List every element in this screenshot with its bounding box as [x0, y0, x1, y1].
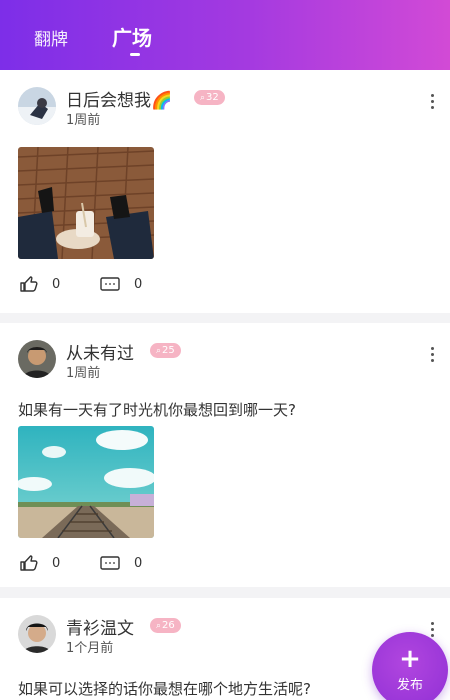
thumbs-up-icon	[20, 276, 38, 292]
pin-icon: ⌕	[156, 346, 162, 356]
level-badge: ⌕25	[150, 343, 181, 358]
more-options-icon[interactable]	[428, 347, 436, 365]
post-image[interactable]	[18, 426, 154, 538]
level-badge: ⌕32	[194, 90, 225, 105]
comment-count: 0	[134, 555, 143, 571]
thumbs-up-icon	[20, 555, 38, 571]
like-button[interactable]: 0	[20, 276, 60, 292]
comment-count: 0	[134, 276, 143, 292]
post-card[interactable]: 从未有过 ⌕25 1周前 如果有一天有了时光机你最想回到哪一天? 0 0	[0, 323, 450, 587]
active-tab-indicator	[130, 53, 140, 56]
comment-button[interactable]: 0	[100, 555, 142, 571]
post-image[interactable]	[18, 147, 154, 259]
avatar[interactable]	[18, 615, 56, 653]
username[interactable]: 从未有过	[66, 339, 134, 364]
badge-value: 26	[162, 620, 175, 631]
tab-flip-cards[interactable]: 翻牌	[34, 25, 68, 50]
badge-value: 32	[206, 92, 219, 103]
pin-icon: ⌕	[156, 621, 162, 631]
username[interactable]: 日后会想我🌈	[66, 86, 172, 111]
top-tab-bar: 翻牌 广场	[0, 0, 450, 70]
comment-icon	[100, 556, 120, 570]
like-button[interactable]: 0	[20, 555, 60, 571]
plus-icon: +	[399, 644, 421, 674]
comment-icon	[100, 277, 120, 291]
avatar[interactable]	[18, 340, 56, 378]
comment-button[interactable]: 0	[100, 276, 142, 292]
avatar[interactable]	[18, 87, 56, 125]
username[interactable]: 青衫温文	[66, 614, 134, 639]
publish-button[interactable]: + 发布	[372, 632, 448, 700]
badge-value: 25	[162, 345, 175, 356]
more-options-icon[interactable]	[428, 94, 436, 112]
like-count: 0	[52, 276, 61, 292]
post-text: 如果有一天有了时光机你最想回到哪一天?	[18, 401, 296, 419]
post-time: 1个月前	[66, 641, 114, 656]
post-text: 如果可以选择的话你最想在哪个地方生活呢?	[18, 680, 311, 698]
pin-icon: ⌕	[200, 93, 206, 103]
post-time: 1周前	[66, 366, 101, 381]
publish-label: 发布	[396, 678, 423, 693]
post-time: 1周前	[66, 113, 101, 128]
like-count: 0	[52, 555, 61, 571]
level-badge: ⌕26	[150, 618, 181, 633]
post-card[interactable]: 日后会想我🌈 ⌕32 1周前 0 0	[0, 70, 450, 313]
tab-square[interactable]: 广场	[112, 22, 152, 51]
